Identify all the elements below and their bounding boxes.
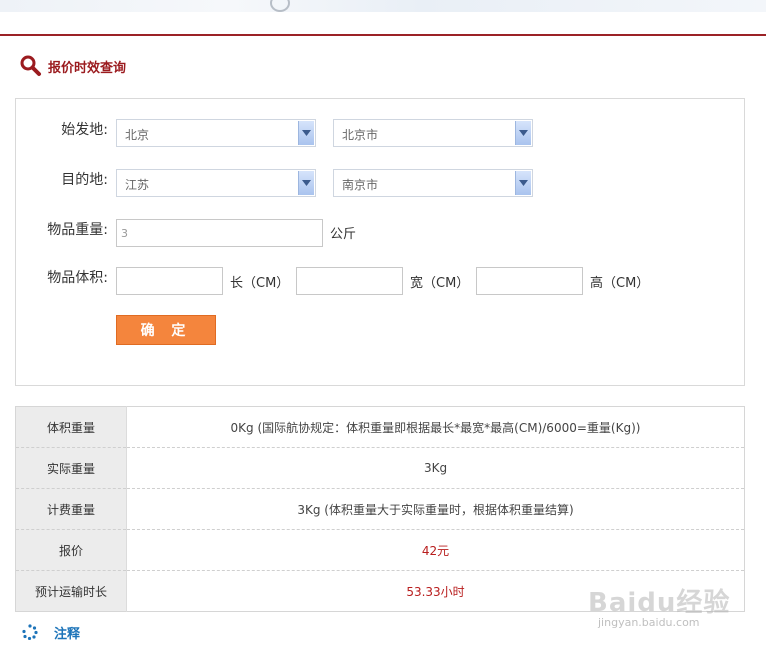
- row-value-billing-weight: 3Kg (体积重量大于实际重量时，根据体积重量结算): [126, 488, 745, 530]
- weight-input[interactable]: [116, 219, 323, 247]
- length-input[interactable]: [116, 267, 223, 295]
- notes-label: 注释: [54, 626, 81, 642]
- row-key-volume-weight: 体积重量: [15, 406, 127, 448]
- notes-link[interactable]: 注释: [22, 622, 80, 642]
- row-value-price: 42元: [126, 529, 745, 571]
- origin-province-value: 北京: [125, 128, 150, 142]
- loading-dots-icon: [22, 624, 38, 640]
- chevron-down-icon: [515, 171, 531, 195]
- row-value-volume-weight: 0Kg (国际航协规定：体积重量即根据最长*最宽*最高(CM)/6000=重量(…: [126, 406, 745, 448]
- chevron-down-icon: [515, 121, 531, 145]
- header-divider: [0, 34, 766, 36]
- origin-label: 始发地:: [61, 122, 108, 138]
- row-value-actual-weight: 3Kg: [126, 447, 745, 489]
- origin-city-value: 北京市: [342, 128, 379, 142]
- row-key-actual-weight: 实际重量: [15, 447, 127, 489]
- table-row: 报价 42元: [15, 529, 745, 571]
- watermark-brand: Baidu经验: [588, 588, 731, 618]
- width-input[interactable]: [296, 267, 403, 295]
- height-input[interactable]: [476, 267, 583, 295]
- watermark: Baidu经验 jingyan.baidu.com: [588, 568, 758, 638]
- chevron-down-icon: [298, 121, 314, 145]
- destination-label: 目的地:: [61, 172, 108, 188]
- row-key-transit-time: 预计运输时长: [15, 570, 127, 612]
- row-key-price: 报价: [15, 529, 127, 571]
- row-key-billing-weight: 计费重量: [15, 488, 127, 530]
- length-unit: 长（CM）: [230, 276, 290, 291]
- page-title: 报价时效查询: [48, 60, 127, 76]
- query-form: 始发地: 北京 北京市 目的地: 江苏 南京市 物品重量: 公斤 物品体积: 长…: [15, 98, 745, 386]
- origin-province-select[interactable]: 北京: [116, 119, 316, 147]
- top-banner: [0, 0, 766, 12]
- width-unit: 宽（CM）: [410, 276, 470, 291]
- banner-decoration: [270, 0, 290, 12]
- weight-label: 物品重量:: [47, 222, 108, 238]
- search-icon: [20, 55, 41, 76]
- section-title: 报价时效查询: [18, 54, 126, 78]
- destination-province-select[interactable]: 江苏: [116, 169, 316, 197]
- destination-city-value: 南京市: [342, 178, 379, 192]
- table-row: 体积重量 0Kg (国际航协规定：体积重量即根据最长*最宽*最高(CM)/600…: [15, 406, 745, 448]
- chevron-down-icon: [298, 171, 314, 195]
- volume-label: 物品体积:: [47, 270, 108, 286]
- confirm-button[interactable]: 确 定: [116, 315, 216, 345]
- height-unit: 高（CM）: [590, 276, 650, 291]
- weight-unit: 公斤: [330, 227, 357, 242]
- destination-city-select[interactable]: 南京市: [333, 169, 533, 197]
- watermark-url: jingyan.baidu.com: [598, 616, 700, 629]
- table-row: 计费重量 3Kg (体积重量大于实际重量时，根据体积重量结算): [15, 488, 745, 530]
- destination-province-value: 江苏: [125, 178, 150, 192]
- origin-city-select[interactable]: 北京市: [333, 119, 533, 147]
- table-row: 实际重量 3Kg: [15, 447, 745, 489]
- top-spacer: [0, 12, 766, 34]
